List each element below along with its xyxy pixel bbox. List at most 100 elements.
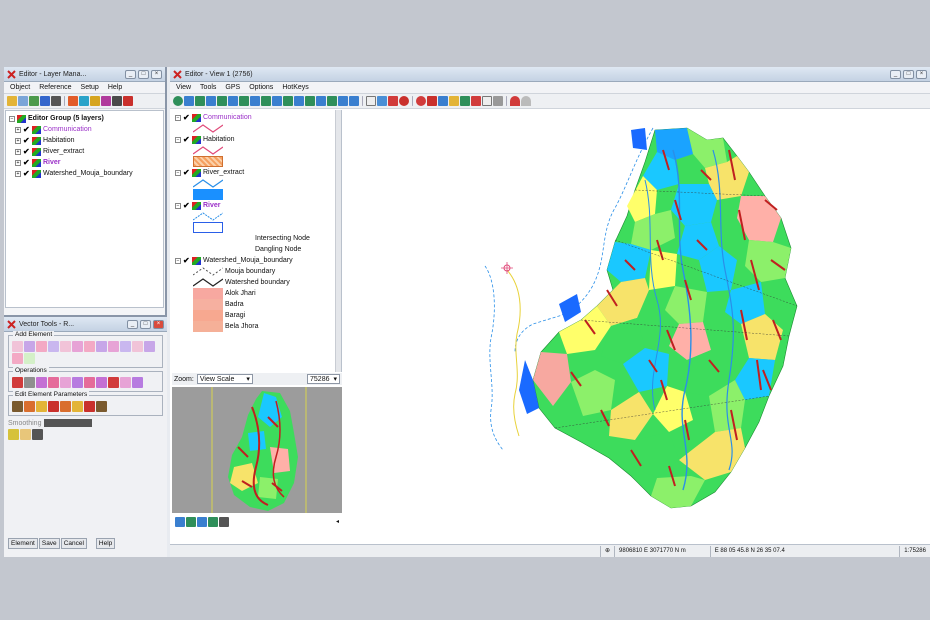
layer-row-communication[interactable]: + ✔ Communication xyxy=(9,124,160,135)
redo-icon[interactable] xyxy=(96,401,107,412)
snap-icon[interactable] xyxy=(132,377,143,388)
expand-icon[interactable]: + xyxy=(15,170,21,177)
info-tool-icon[interactable] xyxy=(388,96,398,106)
add-circle-icon[interactable] xyxy=(60,341,71,352)
undo-icon[interactable] xyxy=(84,401,95,412)
pan-icon[interactable] xyxy=(261,96,271,106)
flip-icon[interactable] xyxy=(120,377,131,388)
attribute-icon[interactable] xyxy=(12,401,23,412)
locator-icon[interactable] xyxy=(349,96,359,106)
properties-icon[interactable] xyxy=(101,96,111,106)
visibility-check-icon[interactable]: ✔ xyxy=(183,135,190,144)
scale-field[interactable]: 75286 ▾ xyxy=(307,374,340,384)
lower-layer-icon[interactable] xyxy=(90,96,100,106)
legend-communication[interactable]: − ✔ Communication xyxy=(175,112,338,123)
legend-habitation[interactable]: − ✔ Habitation xyxy=(175,134,338,145)
maximize-button[interactable]: □ xyxy=(138,69,149,79)
cut-icon[interactable] xyxy=(471,96,481,106)
add-arc-icon[interactable] xyxy=(72,341,83,352)
pencil-tool-icon[interactable] xyxy=(449,96,459,106)
cancel-button[interactable]: Cancel xyxy=(60,538,87,549)
remove-layer-icon[interactable] xyxy=(68,96,78,106)
zoom-next-icon[interactable] xyxy=(250,96,260,106)
legend-river-extract[interactable]: − ✔ River_extract xyxy=(175,167,338,178)
close-button[interactable]: × xyxy=(916,69,927,79)
zoom-box-icon[interactable] xyxy=(217,96,227,106)
zoom-half-icon[interactable] xyxy=(294,96,304,106)
undo-icon[interactable] xyxy=(510,96,520,106)
visibility-check-icon[interactable]: ✔ xyxy=(23,169,30,178)
menu-setup[interactable]: Setup xyxy=(81,84,99,91)
minimize-button[interactable]: _ xyxy=(890,69,901,79)
menu-help[interactable]: Help xyxy=(108,84,122,91)
visibility-check-icon[interactable]: ✔ xyxy=(183,113,190,122)
measure-icon[interactable] xyxy=(32,429,43,440)
find-icon[interactable] xyxy=(427,96,437,106)
overview-zoom-in-icon[interactable] xyxy=(186,516,196,527)
smoothing-slider[interactable] xyxy=(44,419,93,427)
menu-reference[interactable]: Reference xyxy=(39,84,71,91)
stop-icon[interactable] xyxy=(399,96,409,106)
collapse-icon[interactable]: − xyxy=(175,136,181,143)
minimize-button[interactable]: _ xyxy=(127,319,138,329)
vector-tools-titlebar[interactable]: Vector Tools - R... _ □ × xyxy=(4,317,167,332)
help-button[interactable]: Help xyxy=(95,538,116,549)
new-layer-icon[interactable] xyxy=(40,96,50,106)
visibility-check-icon[interactable]: ✔ xyxy=(23,125,30,134)
menu-hotkeys[interactable]: HotKeys xyxy=(282,84,308,91)
map-canvas[interactable] xyxy=(345,110,930,540)
center-icon[interactable] xyxy=(305,96,315,106)
add-layer-icon[interactable] xyxy=(29,96,39,106)
scale-icon[interactable] xyxy=(84,377,95,388)
legend-watershed[interactable]: − ✔ Watershed_Mouja_boundary xyxy=(175,255,338,266)
split-icon[interactable] xyxy=(36,377,47,388)
visibility-check-icon[interactable]: ✔ xyxy=(183,201,190,210)
raise-layer-icon[interactable] xyxy=(79,96,89,106)
table-icon[interactable] xyxy=(20,429,31,440)
visibility-check-icon[interactable]: ✔ xyxy=(23,158,30,167)
maximize-button[interactable]: □ xyxy=(903,69,914,79)
close-button[interactable]: × xyxy=(153,319,164,329)
scroll-right-icon[interactable]: ◂ xyxy=(336,518,339,525)
rotate-icon[interactable] xyxy=(72,377,83,388)
add-stream-icon[interactable] xyxy=(12,353,23,364)
overview-zoom-icon[interactable] xyxy=(208,516,218,527)
full-view-icon[interactable] xyxy=(184,96,194,106)
scale-icon[interactable] xyxy=(316,96,326,106)
add-trace-icon[interactable] xyxy=(144,341,155,352)
expand-icon[interactable]: + xyxy=(15,137,21,144)
menu-object[interactable]: Object xyxy=(10,84,30,91)
layer-row-watershed[interactable]: + ✔ Watershed_Mouja_boundary xyxy=(9,168,160,179)
overview-panel[interactable] xyxy=(172,387,342,513)
filter-icon[interactable] xyxy=(36,401,47,412)
add-point-icon[interactable] xyxy=(12,341,23,352)
expand-icon[interactable]: + xyxy=(15,148,21,155)
collapse-icon[interactable]: − xyxy=(175,257,181,264)
zoom-in-icon[interactable] xyxy=(195,96,205,106)
save-icon[interactable] xyxy=(18,96,28,106)
copy-icon[interactable] xyxy=(482,96,492,106)
delete-element-icon[interactable] xyxy=(108,377,119,388)
overview-zoom-out-icon[interactable] xyxy=(197,516,207,527)
add-spline-icon[interactable] xyxy=(96,341,107,352)
collapse-icon[interactable]: − xyxy=(175,169,181,176)
layer-row-river-extract[interactable]: + ✔ River_extract xyxy=(9,146,160,157)
save-button[interactable]: Save xyxy=(38,538,60,549)
open-icon[interactable] xyxy=(7,96,17,106)
maximize-button[interactable]: □ xyxy=(140,319,151,329)
zoom-layer-icon[interactable] xyxy=(228,96,238,106)
expand-icon[interactable]: + xyxy=(15,159,21,166)
move-icon[interactable] xyxy=(24,377,35,388)
visibility-check-icon[interactable]: ✔ xyxy=(183,256,190,265)
add-ellipse-icon[interactable] xyxy=(120,341,131,352)
collapse-icon[interactable]: − xyxy=(175,202,181,209)
zoom-2x-icon[interactable] xyxy=(283,96,293,106)
layer-group-row[interactable]: − Editor Group (5 layers) xyxy=(9,113,160,124)
select-tool-icon[interactable] xyxy=(366,96,376,106)
pencil-icon[interactable] xyxy=(8,429,19,440)
measure-tool-icon[interactable] xyxy=(438,96,448,106)
expand-icon[interactable]: + xyxy=(15,126,21,133)
cancel-draw-icon[interactable] xyxy=(416,96,426,106)
add-node-icon[interactable] xyxy=(84,341,95,352)
close-button[interactable]: × xyxy=(151,69,162,79)
